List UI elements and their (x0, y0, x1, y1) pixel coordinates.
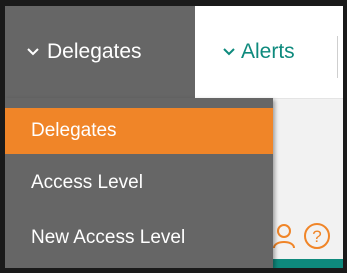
chevron-down-icon (27, 43, 39, 61)
menu-item-label: Access Level (31, 172, 143, 193)
tab-divider (337, 36, 338, 78)
tab-alerts-label: Alerts (241, 40, 295, 63)
tab-alerts[interactable]: Alerts (223, 6, 295, 98)
menu-item-label: Delegates (31, 120, 117, 141)
svg-text:?: ? (312, 227, 321, 246)
chevron-down-icon (223, 43, 235, 61)
delegates-dropdown-menu: Delegates Access Level New Access Level (5, 98, 273, 268)
tab-bar: Delegates Alerts (5, 6, 343, 99)
content-toolbar: ? (273, 222, 331, 255)
tab-delegates-label: Delegates (47, 40, 142, 63)
tab-delegates[interactable]: Delegates (5, 6, 195, 98)
app-frame: Delegates Alerts ? Delegates Access Leve… (5, 6, 343, 268)
menu-item-delegates[interactable]: Delegates (5, 108, 273, 154)
menu-item-label: New Access Level (31, 227, 186, 248)
user-icon[interactable] (273, 223, 295, 254)
help-circle-icon[interactable]: ? (303, 222, 331, 255)
menu-item-new-access-level[interactable]: New Access Level (5, 215, 273, 261)
menu-item-access-level[interactable]: Access Level (5, 160, 273, 206)
